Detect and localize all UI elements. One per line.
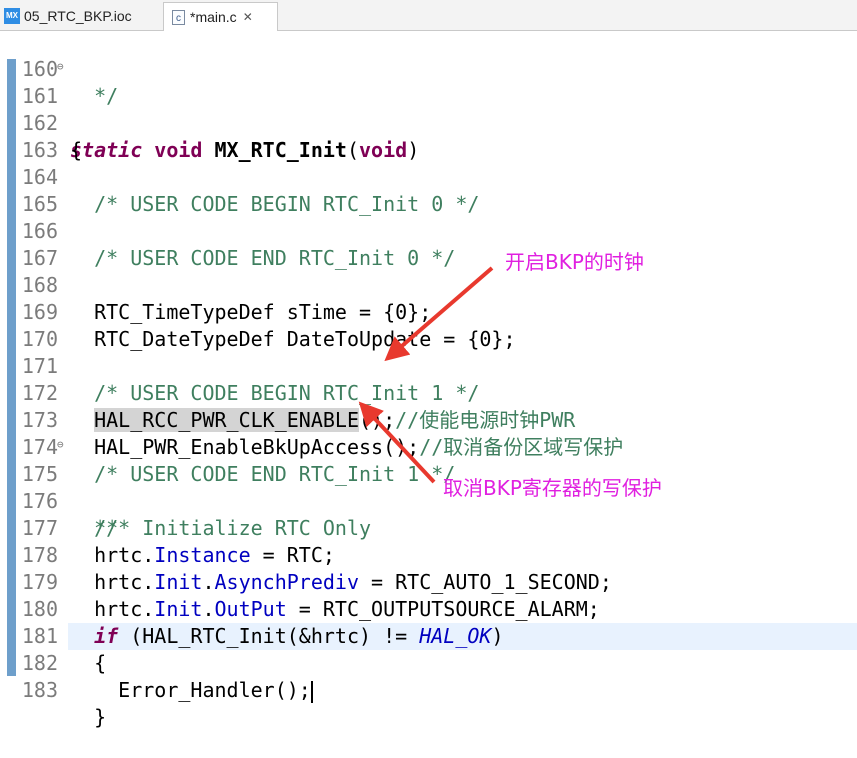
code-line[interactable]: 167 <box>0 218 857 270</box>
code-editor[interactable]: 160 */ 161 ⊖ static void MX_RTC_Init(voi… <box>0 29 857 729</box>
code-line[interactable]: 177 hrtc.Instance = RTC; <box>0 488 857 567</box>
close-icon[interactable]: ✕ <box>243 10 253 24</box>
code-line[interactable]: 175 ⊖ /** Initialize RTC Only <box>0 431 857 540</box>
tab-label: *main.c <box>190 9 237 25</box>
tab-label: 05_RTC_BKP.ioc <box>24 8 132 24</box>
code-text: } <box>70 705 107 729</box>
code-line[interactable]: 164 /* USER CODE BEGIN RTC_Init 0 */ <box>0 137 857 216</box>
code-line[interactable]: 183 } <box>0 650 857 729</box>
fold-toggle-icon[interactable]: ⊖ <box>57 53 64 80</box>
code-line[interactable]: 182 Error_Handler(); <box>0 623 857 703</box>
annotation-enable-bkp-clock: 开启BKP的时钟 <box>505 250 644 274</box>
code-line[interactable]: 160 */ <box>0 29 857 108</box>
code-line[interactable]: 171 /* USER CODE BEGIN RTC_Init 1 */ <box>0 326 857 405</box>
code-line[interactable]: 162 { <box>0 83 857 162</box>
tab-main-c[interactable]: c *main.c ✕ <box>163 2 278 31</box>
code-line[interactable]: 168 RTC_TimeTypeDef sTime = {0}; <box>0 245 857 324</box>
code-line[interactable]: 181 { <box>0 596 857 675</box>
tab-ioc-file[interactable]: MX 05_RTC_BKP.ioc <box>4 3 154 29</box>
code-line[interactable]: 172 HAL_RCC_PWR_CLK_ENABLE();//使能电源时钟PWR <box>0 353 857 432</box>
code-line[interactable]: 174 /* USER CODE END RTC_Init 1 */ <box>0 407 857 486</box>
mx-icon: MX <box>4 8 20 24</box>
fold-toggle-icon[interactable]: ⊖ <box>57 431 64 458</box>
code-line[interactable]: 176 */ <box>0 461 857 540</box>
code-line[interactable]: 173 HAL_PWR_EnableBkUpAccess();//取消备份区域写… <box>0 380 857 459</box>
c-file-icon: c <box>172 9 185 25</box>
text-caret <box>310 680 313 703</box>
code-line[interactable]: 179 hrtc.Init.OutPut = RTC_OUTPUTSOURCE_… <box>0 542 857 621</box>
code-text: Error_Handler(); <box>70 678 313 703</box>
code-line[interactable]: 169 RTC_DateTypeDef DateToUpdate = {0}; <box>0 272 857 351</box>
editor-tab-bar: MX 05_RTC_BKP.ioc c *main.c ✕ <box>0 0 857 31</box>
annotation-disable-bkp-write-protect: 取消BKP寄存器的写保护 <box>443 476 662 500</box>
code-line[interactable]: 165 <box>0 164 857 216</box>
code-line[interactable]: 166 /* USER CODE END RTC_Init 0 */ <box>0 191 857 270</box>
line-number: 183 <box>21 678 58 702</box>
code-line[interactable]: 170 <box>0 299 857 351</box>
code-line[interactable]: 161 ⊖ static void MX_RTC_Init(void) <box>0 53 857 162</box>
code-line[interactable]: 180 if (HAL_RTC_Init(&hrtc) != HAL_OK) <box>0 569 857 648</box>
code-line[interactable]: 178 hrtc.Init.AsynchPrediv = RTC_AUTO_1_… <box>0 515 857 594</box>
code-line[interactable]: 163 <box>0 110 857 162</box>
